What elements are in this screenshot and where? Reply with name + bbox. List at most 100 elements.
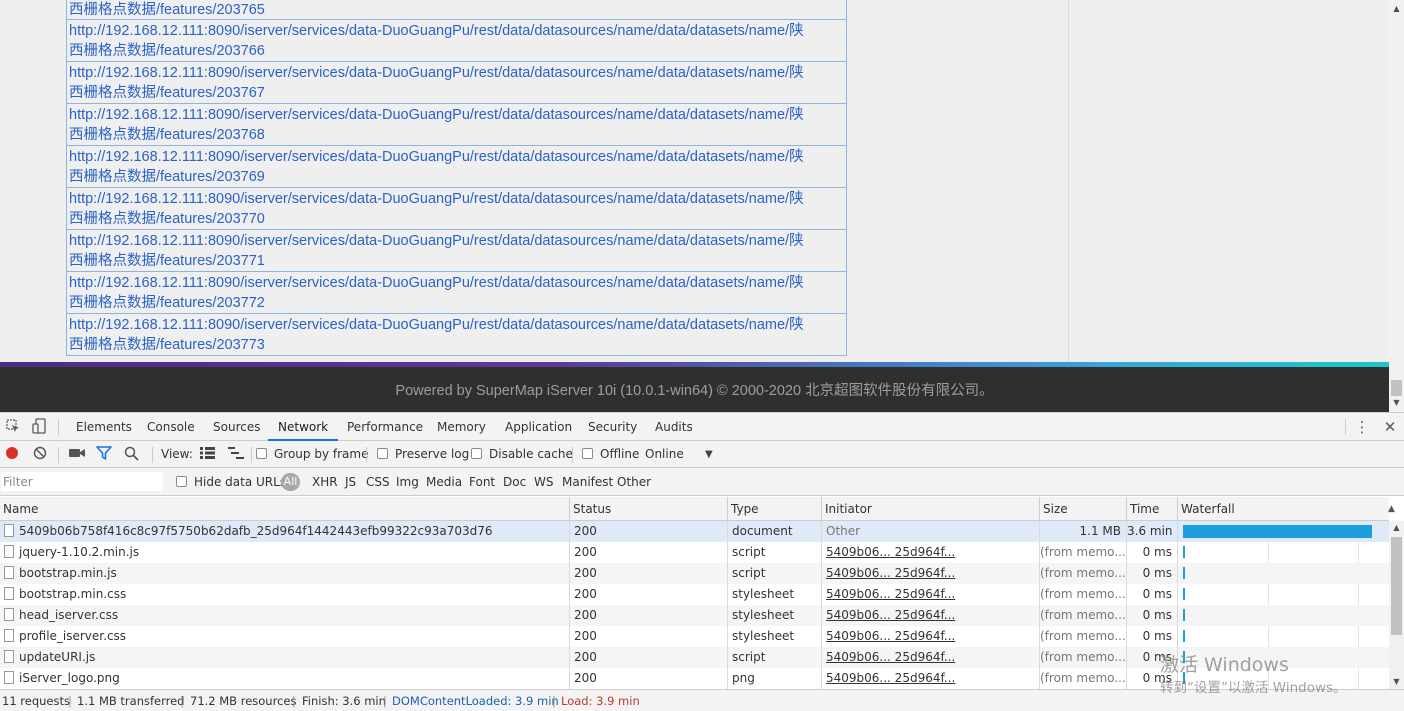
close-icon[interactable]: ✕ — [1382, 413, 1398, 441]
feature-link-text[interactable]: http://192.168.12.111:8090/iserver/servi… — [69, 189, 846, 209]
feature-link-text[interactable]: 西栅格点数据/features/203766 — [69, 41, 846, 61]
type-filter-ws[interactable]: WS — [534, 468, 553, 496]
request-name-text[interactable]: bootstrap.min.css — [19, 587, 126, 601]
type-filter-all[interactable]: All — [281, 473, 300, 491]
request-name-text[interactable]: profile_iserver.css — [19, 629, 126, 643]
feature-link-text[interactable]: http://192.168.12.111:8090/iserver/servi… — [69, 63, 846, 83]
request-initiator[interactable]: 5409b06... 25d964f... — [822, 647, 1040, 668]
feature-link[interactable]: http://192.168.12.111:8090/iserver/servi… — [66, 188, 847, 230]
request-name[interactable]: head_iserver.css — [0, 605, 570, 626]
request-initiator-text[interactable]: 5409b06... 25d964f... — [826, 566, 955, 580]
request-name-text[interactable]: jquery-1.10.2.min.js — [19, 545, 139, 559]
feature-link-text[interactable]: 西栅格点数据/features/203772 — [69, 293, 846, 313]
request-name[interactable]: profile_iserver.css — [0, 626, 570, 647]
scroll-up-arrow-icon[interactable]: ▲ — [1389, 522, 1404, 534]
request-name-text[interactable]: updateURI.js — [19, 650, 95, 664]
camera-icon[interactable] — [68, 441, 86, 468]
feature-link[interactable]: http://192.168.12.111:8090/iserver/servi… — [66, 314, 847, 356]
feature-link-text[interactable]: http://192.168.12.111:8090/iserver/servi… — [69, 105, 846, 125]
more-vert-icon[interactable]: ⋮ — [1354, 413, 1370, 441]
tab-console[interactable]: Console — [137, 413, 205, 441]
feature-link-text[interactable]: http://192.168.12.111:8090/iserver/servi… — [69, 315, 846, 335]
request-initiator[interactable]: 5409b06... 25d964f... — [822, 542, 1040, 563]
request-row[interactable]: head_iserver.css 200 stylesheet 5409b06... … — [0, 605, 1389, 626]
request-initiator[interactable]: 5409b06... 25d964f... — [822, 605, 1040, 626]
type-filter-xhr[interactable]: XHR — [312, 468, 338, 496]
feature-link[interactable]: http://192.168.12.111:8090/iserver/servi… — [66, 62, 847, 104]
type-filter-other[interactable]: Other — [617, 468, 651, 496]
page-scroll-thumb[interactable] — [1391, 380, 1402, 396]
request-name[interactable]: bootstrap.min.js — [0, 563, 570, 584]
feature-link-text[interactable]: http://192.168.12.111:8090/iserver/servi… — [69, 147, 846, 167]
request-name[interactable]: iServer_logo.png — [0, 668, 570, 689]
tab-memory[interactable]: Memory — [427, 413, 496, 441]
request-initiator-text[interactable]: 5409b06... 25d964f... — [826, 545, 955, 559]
dropdown-icon[interactable]: ▼ — [705, 441, 713, 468]
request-initiator[interactable]: 5409b06... 25d964f... — [822, 563, 1040, 584]
type-filter-font[interactable]: Font — [469, 468, 495, 496]
request-name[interactable]: bootstrap.min.css — [0, 584, 570, 605]
feature-link[interactable]: http://192.168.12.111:8090/iserver/servi… — [66, 272, 847, 314]
feature-link[interactable]: http://192.168.12.111:8090/iserver/servi… — [66, 20, 847, 62]
column-type[interactable]: Type — [728, 497, 822, 521]
request-name-text[interactable]: iServer_logo.png — [19, 671, 120, 685]
filter-input[interactable] — [1, 472, 163, 491]
column-status[interactable]: Status — [570, 497, 728, 521]
type-filter-img[interactable]: Img — [396, 468, 419, 496]
feature-link-text[interactable]: 西栅格点数据/features/203765 — [69, 0, 846, 19]
tab-performance[interactable]: Performance — [337, 413, 433, 441]
request-name[interactable]: updateURI.js — [0, 647, 570, 668]
overview-icon[interactable] — [228, 441, 244, 468]
inspect-icon[interactable] — [4, 413, 22, 441]
group-by-frame-checkbox[interactable]: Group by frame — [256, 441, 368, 468]
feature-link-text[interactable]: 西栅格点数据/features/203771 — [69, 251, 846, 271]
disable-cache-checkbox[interactable]: Disable cache — [471, 441, 573, 468]
scroll-down-arrow-icon[interactable]: ▼ — [1389, 676, 1404, 688]
request-name[interactable]: jquery-1.10.2.min.js — [0, 542, 570, 563]
scroll-up-arrow-icon[interactable]: ▲ — [1389, 2, 1404, 16]
request-initiator-text[interactable]: 5409b06... 25d964f... — [826, 608, 955, 622]
tab-network[interactable]: Network — [268, 413, 339, 441]
request-row[interactable]: jquery-1.10.2.min.js 200 script 5409b06... … — [0, 542, 1389, 563]
tab-security[interactable]: Security — [578, 413, 647, 441]
request-name-text[interactable]: 5409b06b758f416c8c97f5750b62dafb_25d964f… — [19, 524, 493, 538]
feature-link[interactable]: http://192.168.12.111:8090/iserver/servi… — [66, 104, 847, 146]
request-row[interactable]: bootstrap.min.css 200 stylesheet 5409b06...… — [0, 584, 1389, 605]
clear-icon[interactable] — [33, 441, 47, 468]
request-initiator[interactable]: 5409b06... 25d964f... — [822, 668, 1040, 689]
type-filter-doc[interactable]: Doc — [503, 468, 526, 496]
offline-checkbox[interactable]: Offline — [582, 441, 639, 468]
request-initiator-text[interactable]: 5409b06... 25d964f... — [826, 587, 955, 601]
feature-link[interactable]: http://192.168.12.111:8090/iserver/servi… — [66, 146, 847, 188]
feature-link-text[interactable]: 西栅格点数据/features/203768 — [69, 125, 846, 145]
request-initiator-text[interactable]: 5409b06... 25d964f... — [826, 650, 955, 664]
scroll-down-arrow-icon[interactable]: ▼ — [1389, 396, 1404, 410]
tab-application[interactable]: Application — [495, 413, 582, 441]
request-row[interactable]: 5409b06b758f416c8c97f5750b62dafb_25d964f… — [0, 521, 1389, 542]
feature-link-text[interactable]: 西栅格点数据/features/203767 — [69, 83, 846, 103]
type-filter-media[interactable]: Media — [426, 468, 462, 496]
request-initiator-text[interactable]: 5409b06... 25d964f... — [826, 671, 955, 685]
feature-link-text[interactable]: 西栅格点数据/features/203773 — [69, 335, 846, 355]
column-waterfall[interactable]: Waterfall — [1178, 497, 1389, 521]
request-row[interactable]: bootstrap.min.js 200 script 5409b06... 25d9… — [0, 563, 1389, 584]
column-name[interactable]: Name — [0, 497, 570, 521]
type-filter-js[interactable]: JS — [345, 468, 356, 496]
feature-link-text[interactable]: http://192.168.12.111:8090/iserver/servi… — [69, 231, 846, 251]
search-icon[interactable] — [124, 441, 139, 468]
feature-link[interactable]: http://192.168.12.111:8090/iserver/servi… — [66, 0, 847, 20]
column-time[interactable]: Time — [1127, 497, 1178, 521]
feature-link[interactable]: http://192.168.12.111:8090/iserver/servi… — [66, 230, 847, 272]
record-icon[interactable] — [5, 441, 19, 468]
page-scrollbar[interactable]: ▲ ▼ — [1389, 0, 1404, 412]
sort-arrow-icon[interactable]: ▲ — [1388, 497, 1398, 521]
preserve-log-checkbox[interactable]: Preserve log — [377, 441, 469, 468]
request-list-scroll-thumb[interactable] — [1391, 537, 1402, 635]
request-initiator[interactable]: 5409b06... 25d964f... — [822, 584, 1040, 605]
request-initiator[interactable]: 5409b06... 25d964f... — [822, 626, 1040, 647]
tab-sources[interactable]: Sources — [203, 413, 270, 441]
request-row[interactable]: profile_iserver.css 200 stylesheet 5409b06.… — [0, 626, 1389, 647]
device-toolbar-icon[interactable] — [30, 413, 48, 441]
list-view-icon[interactable] — [200, 441, 215, 468]
column-initiator[interactable]: Initiator — [822, 497, 1040, 521]
